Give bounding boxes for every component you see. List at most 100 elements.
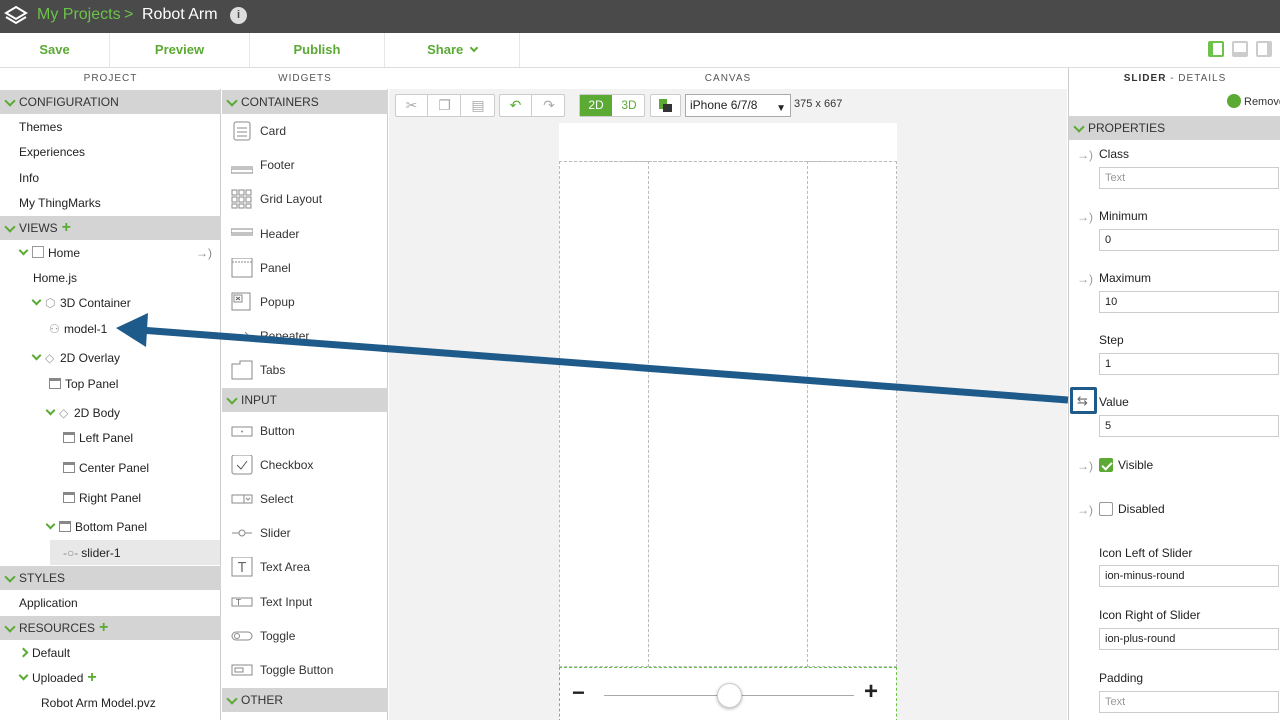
value-input[interactable]: 5: [1099, 415, 1279, 437]
widget-text-input[interactable]: T Text Input: [222, 587, 387, 617]
input-label: INPUT: [241, 393, 277, 407]
visible-checkbox[interactable]: [1099, 458, 1113, 472]
widget-grid-layout[interactable]: Grid Layout: [222, 184, 387, 214]
styles-header[interactable]: STYLES: [0, 566, 221, 590]
binding-arrow-icon[interactable]: →): [1077, 272, 1093, 286]
tree-3d-container[interactable]: ⬡ 3D Container: [31, 292, 131, 314]
slider-plus-icon[interactable]: +: [864, 678, 878, 706]
panel-label: Panel: [260, 261, 291, 275]
tree-home-js[interactable]: Home.js: [33, 267, 77, 289]
layout-bottom-panel-icon[interactable]: [1232, 41, 1248, 57]
widget-header[interactable]: Header: [222, 219, 387, 249]
info-icon[interactable]: i: [230, 7, 247, 24]
padding-input[interactable]: Text: [1099, 691, 1279, 713]
tree-robot-model[interactable]: Robot Arm Model.pvz: [41, 692, 156, 714]
layout-left-panel-icon[interactable]: [1208, 41, 1224, 57]
config-item-themes[interactable]: Themes: [19, 116, 62, 138]
maximum-input[interactable]: 10: [1099, 291, 1279, 313]
step-input[interactable]: 1: [1099, 353, 1279, 375]
tree-application[interactable]: Application: [19, 592, 78, 614]
tree-center-panel[interactable]: Center Panel: [63, 457, 149, 479]
tree-uploaded[interactable]: Uploaded +: [18, 667, 97, 689]
paste-icon[interactable]: ▤: [462, 95, 494, 116]
cut-icon[interactable]: ✂: [396, 95, 428, 116]
config-item-thingmarks[interactable]: My ThingMarks: [19, 192, 101, 214]
value-binding-highlight[interactable]: ⇆: [1070, 387, 1097, 414]
tree-home[interactable]: Home →): [18, 242, 220, 264]
config-item-info[interactable]: Info: [19, 167, 39, 189]
share-label: Share: [427, 42, 464, 57]
minimum-input[interactable]: 0: [1099, 229, 1279, 251]
config-item-experiences[interactable]: Experiences: [19, 141, 85, 163]
widget-tabs[interactable]: Tabs: [222, 355, 387, 385]
views-header[interactable]: VIEWS +: [0, 216, 221, 240]
tree-left-panel[interactable]: Left Panel: [63, 427, 133, 449]
checkbox-label: Checkbox: [260, 458, 314, 472]
remove-button[interactable]: Remove: [1227, 94, 1280, 108]
tree-right-panel[interactable]: Right Panel: [63, 487, 141, 509]
resources-header[interactable]: RESOURCES +: [0, 616, 221, 640]
class-input[interactable]: Text: [1099, 167, 1279, 189]
my-projects-link[interactable]: My Projects: [37, 6, 121, 24]
widget-slider[interactable]: Slider: [222, 518, 387, 548]
widget-button[interactable]: Button: [222, 416, 387, 446]
copy-icon[interactable]: ❐: [429, 95, 461, 116]
slider-thumb[interactable]: [716, 683, 742, 708]
share-button[interactable]: Share: [385, 33, 520, 67]
configuration-header[interactable]: CONFIGURATION: [0, 90, 221, 114]
binding-arrow-icon[interactable]: →): [1077, 210, 1093, 224]
tree-model[interactable]: ⚇ model-1: [49, 318, 107, 340]
text-input-label: Text Input: [260, 595, 313, 609]
mode-2d-button[interactable]: 2D: [580, 95, 612, 116]
mode-3d-button[interactable]: 3D: [613, 95, 645, 116]
tree-default[interactable]: Default: [18, 642, 70, 664]
widget-footer[interactable]: Footer: [222, 150, 387, 180]
binding-arrow-icon[interactable]: →): [1077, 459, 1093, 473]
binding-arrow-icon[interactable]: →): [1077, 148, 1093, 162]
center-panel-outline[interactable]: [648, 161, 808, 667]
tree-2d-body[interactable]: ◇ 2D Body: [45, 402, 120, 424]
orientation-button[interactable]: [650, 94, 681, 117]
right-panel-outline[interactable]: [807, 161, 897, 667]
navigate-arrow-icon[interactable]: →): [196, 242, 212, 264]
tree-bottom-panel[interactable]: Bottom Panel: [45, 516, 147, 538]
widget-checkbox[interactable]: Checkbox: [222, 450, 387, 480]
slider-minus-icon[interactable]: −: [572, 680, 585, 706]
undo-icon[interactable]: ↶: [500, 95, 532, 116]
containers-header[interactable]: CONTAINERS: [222, 90, 388, 114]
properties-header[interactable]: PROPERTIES: [1069, 116, 1280, 140]
widget-panel[interactable]: Panel: [222, 253, 387, 283]
slider-icon: -○-: [63, 546, 79, 560]
chevron-down-icon: [1073, 121, 1085, 133]
add-resource-icon[interactable]: +: [99, 616, 108, 640]
device-select[interactable]: iPhone 6/7/8 ▼: [685, 94, 791, 117]
other-header[interactable]: OTHER: [222, 688, 388, 712]
binding-swap-icon: ⇆: [1077, 393, 1088, 408]
preview-button[interactable]: Preview: [110, 33, 250, 67]
redo-icon[interactable]: ↷: [533, 95, 565, 116]
widget-select[interactable]: Select: [222, 484, 387, 514]
binding-arrow-icon[interactable]: →): [1077, 503, 1093, 517]
visible-label: Visible: [1118, 458, 1154, 472]
tree-top-panel[interactable]: Top Panel: [49, 373, 118, 395]
widget-repeater[interactable]: Repeater: [222, 321, 387, 351]
layout-right-panel-icon[interactable]: [1256, 41, 1272, 57]
disabled-checkbox[interactable]: [1099, 502, 1113, 516]
icon-left-input[interactable]: ion-minus-round: [1099, 565, 1279, 587]
widget-text-area[interactable]: T Text Area: [222, 552, 387, 582]
tree-slider[interactable]: -○- slider-1: [63, 542, 121, 564]
widget-card[interactable]: Card: [222, 116, 387, 146]
publish-button[interactable]: Publish: [250, 33, 385, 67]
widget-toggle[interactable]: Toggle: [222, 621, 387, 651]
app-logo-icon[interactable]: [4, 4, 28, 28]
widget-toggle-button[interactable]: Toggle Button: [222, 655, 387, 685]
input-header[interactable]: INPUT: [222, 388, 388, 412]
widget-popup[interactable]: Popup: [222, 287, 387, 317]
add-view-icon[interactable]: +: [62, 216, 71, 240]
bottom-panel-outline[interactable]: − +: [559, 667, 897, 720]
upload-resource-icon[interactable]: +: [87, 667, 96, 689]
tree-2d-overlay[interactable]: ◇ 2D Overlay: [31, 347, 120, 369]
icon-right-input[interactable]: ion-plus-round: [1099, 628, 1279, 650]
save-button[interactable]: Save: [0, 33, 110, 67]
left-panel-outline[interactable]: [559, 161, 649, 667]
